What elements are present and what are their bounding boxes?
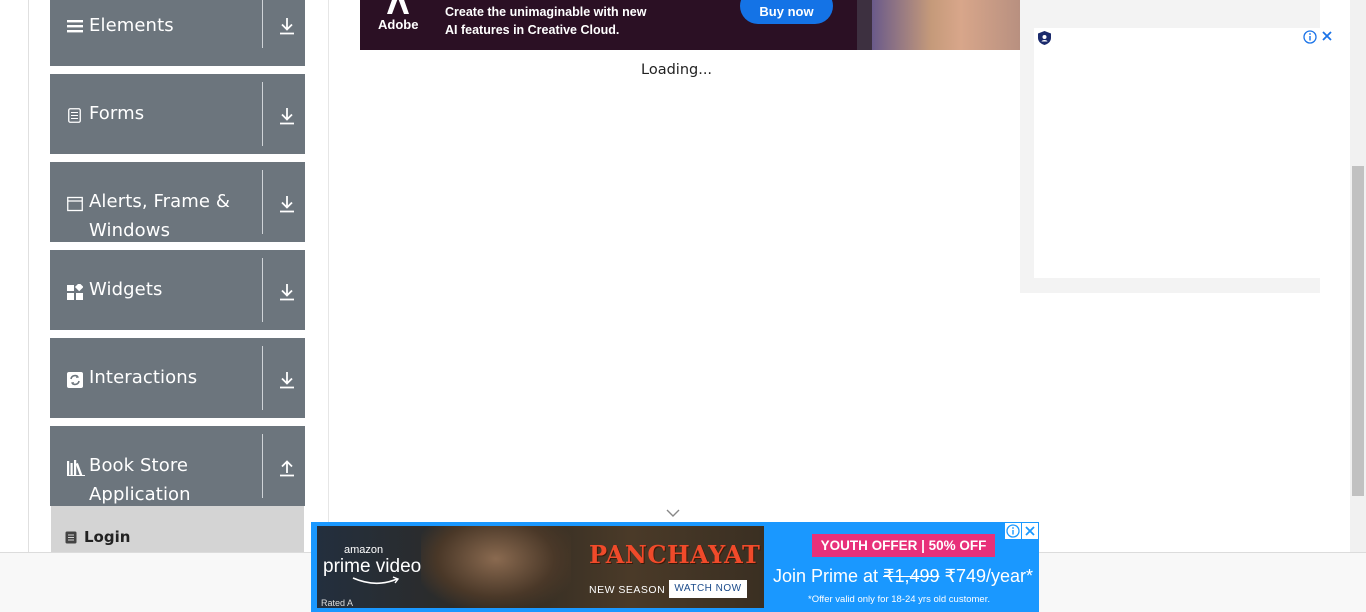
prime-ad-image <box>421 526 571 608</box>
new-price: ₹749/year* <box>939 566 1034 586</box>
group-separator <box>262 82 263 146</box>
group-title-alerts: Alerts, Frame & <box>89 191 231 212</box>
shield-icon <box>1038 31 1051 45</box>
window-icon <box>67 196 83 212</box>
adobe-ad-toolbar <box>857 0 872 50</box>
loading-text: Loading... <box>641 62 713 78</box>
download-arrow-icon[interactable] <box>278 107 296 125</box>
sidebar-item-label: Login <box>84 528 131 546</box>
group-header-widgets[interactable]: Widgets <box>50 250 305 330</box>
document-icon <box>68 108 81 123</box>
group-separator <box>262 434 263 498</box>
group-title-book-store-line2: Application <box>89 484 191 505</box>
interactions-icon <box>67 372 83 388</box>
download-arrow-icon[interactable] <box>278 371 296 389</box>
vertical-scrollbar[interactable] <box>1350 0 1366 552</box>
group-separator <box>262 258 263 322</box>
close-icon[interactable] <box>1022 523 1038 539</box>
download-arrow-icon[interactable] <box>278 195 296 213</box>
season-label: NEW SEASON <box>589 584 666 596</box>
chevron-down-icon[interactable] <box>666 508 680 518</box>
youth-offer-badge: YOUTH OFFER | 50% OFF <box>812 534 995 557</box>
adobe-banner-ad[interactable]: Adobe Create the unimaginable with new A… <box>360 0 1020 50</box>
adobe-logo: Adobe <box>370 0 425 50</box>
group-title-book-store: Book Store <box>89 455 189 476</box>
ad-info-icon[interactable] <box>1005 523 1021 539</box>
download-arrow-icon[interactable] <box>278 283 296 301</box>
hamburger-icon <box>67 20 83 33</box>
adobe-ad-line2: AI features in Creative Cloud. <box>445 23 620 37</box>
group-title-interactions: Interactions <box>89 367 198 388</box>
group-separator <box>262 0 263 48</box>
left-border <box>28 0 29 552</box>
close-icon[interactable] <box>1320 29 1334 43</box>
upload-arrow-icon[interactable] <box>278 459 296 477</box>
offer-fine-print: *Offer valid only for 18-24 yrs old cust… <box>808 594 990 605</box>
buy-now-button[interactable]: Buy now <box>740 0 833 24</box>
group-separator <box>262 346 263 410</box>
login-icon <box>65 531 77 544</box>
sidebar-divider <box>328 0 329 552</box>
scrollbar-thumb[interactable] <box>1352 166 1364 496</box>
watch-now-button[interactable]: WATCH NOW <box>669 580 747 598</box>
group-header-book-store[interactable]: Book Store Application <box>50 426 305 506</box>
amazon-wordmark: amazon <box>344 544 384 556</box>
download-arrow-icon[interactable] <box>278 17 296 35</box>
group-title-widgets: Widgets <box>89 279 163 300</box>
group-title-elements: Elements <box>89 15 174 36</box>
adobe-ad-line1: Create the unimaginable with new <box>445 5 647 19</box>
adobe-ad-image <box>872 0 1020 50</box>
join-prefix: Join Prime at <box>773 566 884 586</box>
rating-label: Rated A <box>321 598 354 608</box>
group-header-elements[interactable]: Elements <box>50 0 305 66</box>
side-ad-content <box>1034 28 1334 278</box>
page-viewport: Elements Forms Alerts, Frame & Windows W… <box>0 0 1350 552</box>
group-header-interactions[interactable]: Interactions <box>50 338 305 418</box>
widgets-icon <box>67 284 83 300</box>
old-price: ₹1,499 <box>883 566 940 586</box>
group-separator <box>262 170 263 234</box>
sidebar-item-login[interactable]: Login <box>51 506 304 552</box>
group-header-forms[interactable]: Forms <box>50 74 305 154</box>
group-title-alerts-line2: Windows <box>89 220 171 241</box>
adobe-ad-copy: Create the unimaginable with new AI feat… <box>445 3 646 39</box>
prime-video-wordmark: prime video <box>323 556 422 577</box>
adobe-wordmark: Adobe <box>378 17 419 32</box>
group-title-forms: Forms <box>89 103 145 124</box>
show-title: PANCHAYAT <box>589 540 761 569</box>
side-ad[interactable] <box>1020 0 1334 293</box>
library-icon <box>67 460 85 476</box>
buy-now-label: Buy now <box>759 4 814 19</box>
ad-info-icon[interactable] <box>1303 30 1317 44</box>
adobe-logo-icon <box>387 0 409 14</box>
prime-video-ad[interactable]: amazon prime video Rated A PANCHAYAT NEW… <box>311 522 1039 612</box>
join-prime-text: Join Prime at ₹1,499 ₹749/year* <box>773 566 1033 587</box>
group-header-alerts-frame-windows[interactable]: Alerts, Frame & Windows <box>50 162 305 242</box>
amazon-smile-icon <box>352 576 400 585</box>
